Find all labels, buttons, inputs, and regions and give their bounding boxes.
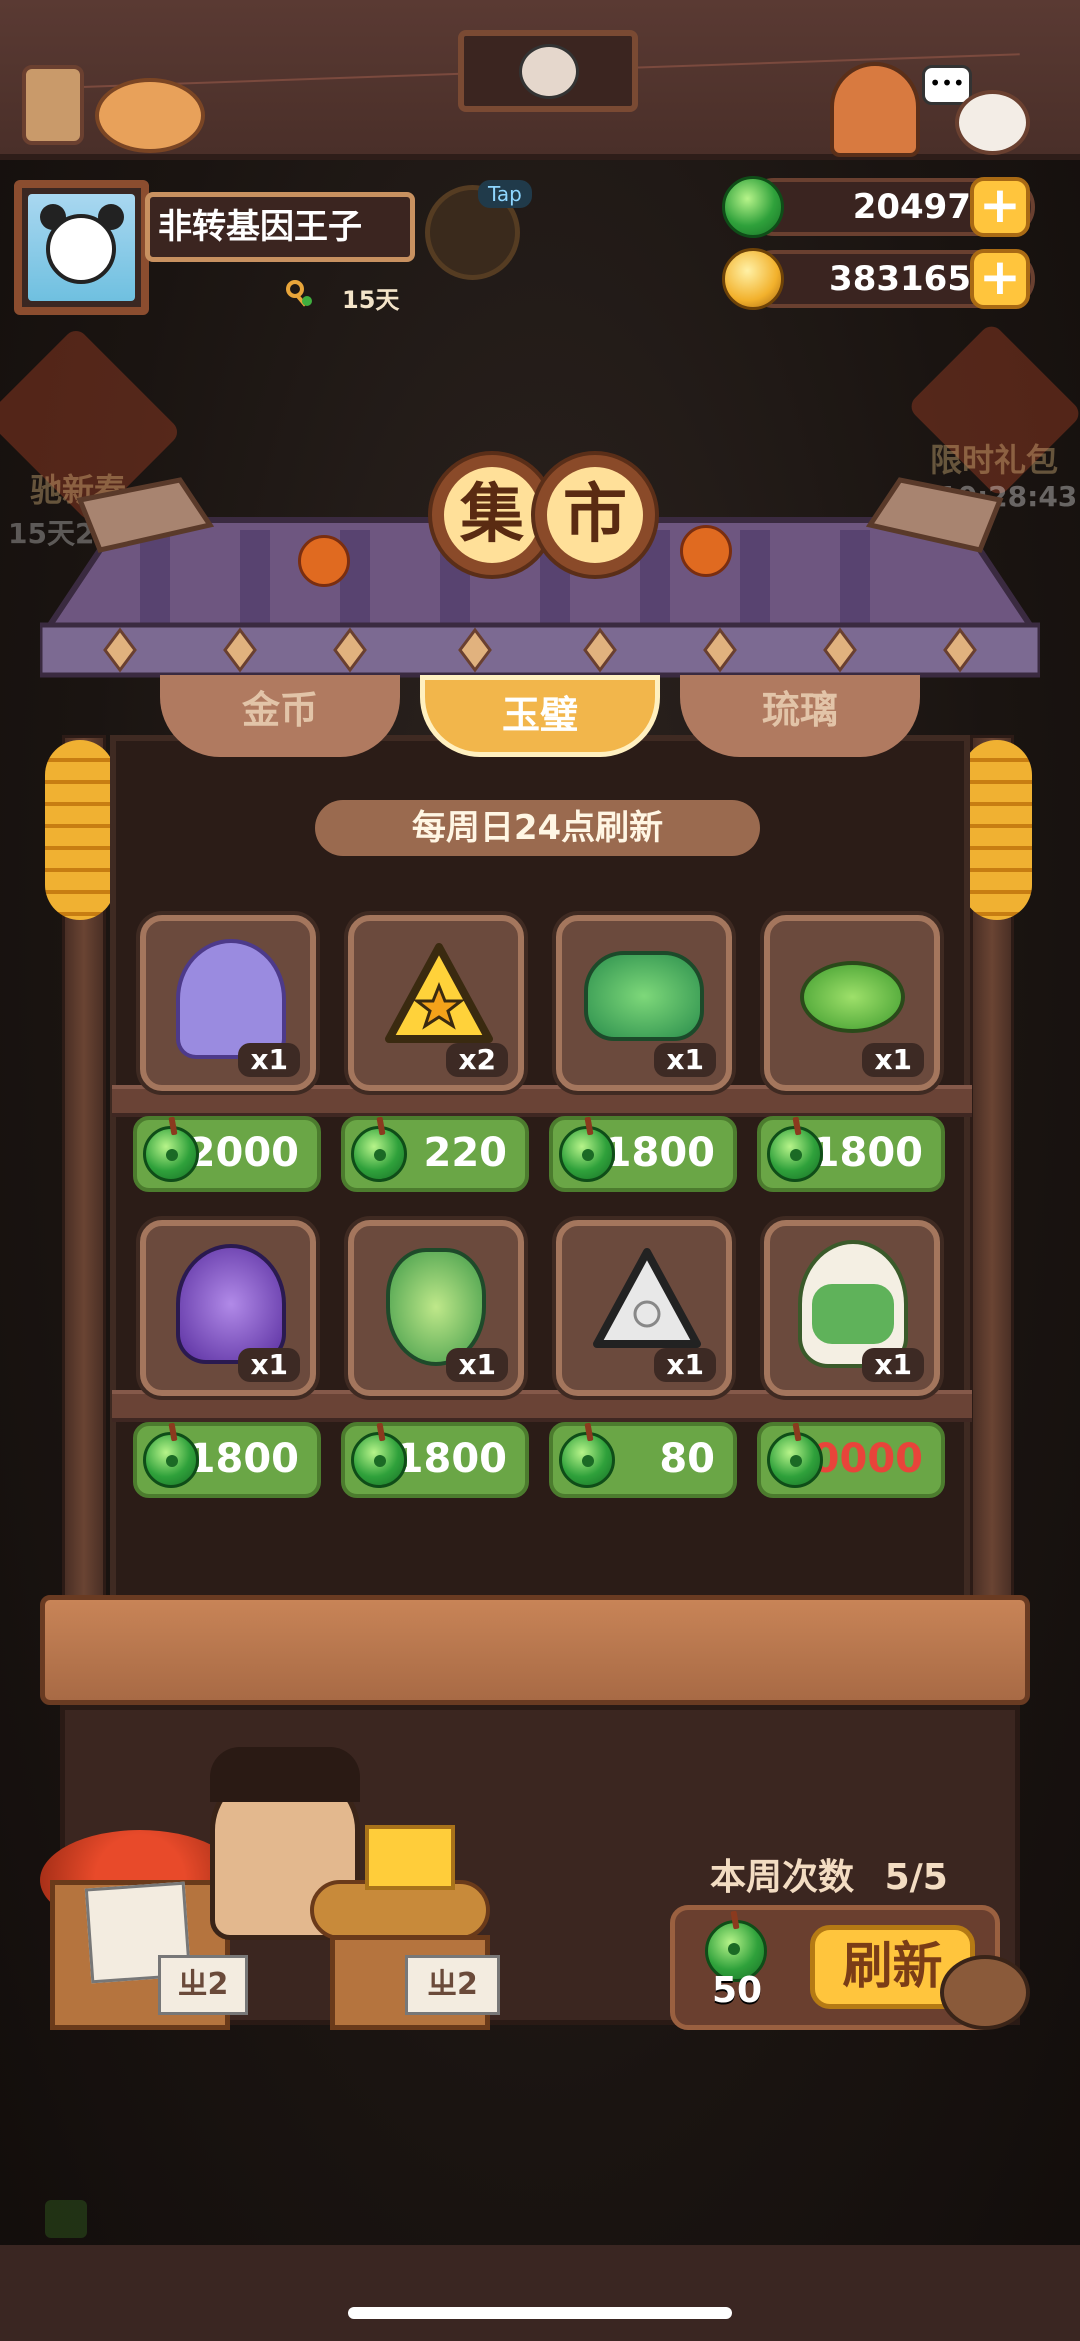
green-jade-icon [800, 961, 905, 1033]
stall-sign-right: ㄓ2 [405, 1955, 500, 2015]
stall-counter [40, 1595, 1030, 1705]
shop-item[interactable]: x1 [556, 915, 732, 1091]
stall-sign-left: ㄓ2 [158, 1955, 248, 2015]
jade-icon [767, 1432, 823, 1488]
item-quantity: x1 [238, 1348, 300, 1382]
weekly-count-value: 5/5 [884, 1857, 948, 1898]
tab-glass[interactable]: 琉璃 [680, 675, 920, 757]
shop-item[interactable]: x1 [348, 1220, 524, 1396]
price-value: 1800 [603, 1130, 715, 1176]
jade-pot-icon [584, 951, 704, 1041]
shop-item[interactable]: x1 [764, 1220, 940, 1396]
item-quantity: x1 [862, 1043, 924, 1077]
price-button[interactable]: 1800 [341, 1422, 529, 1498]
tab-jade[interactable]: 玉璧 [420, 675, 660, 757]
corn-left-icon [45, 740, 115, 920]
shop-item[interactable]: x1 [140, 1220, 316, 1396]
shop-item[interactable]: x1 [764, 915, 940, 1091]
white-cat-icon [955, 90, 1030, 155]
price-value: 1800 [187, 1436, 299, 1482]
paw-scroll-icon [22, 65, 84, 145]
character-purple-hair-icon [176, 939, 286, 1059]
bottom-bar [0, 2245, 1080, 2341]
orange-cat-icon [95, 78, 205, 153]
price-value: 80 [659, 1436, 715, 1482]
price-button[interactable]: 1800 [133, 1422, 321, 1498]
shop-tabs: 金币 玉璧 琉璃 [60, 675, 1020, 757]
potato-mascot-icon [940, 1955, 1030, 2030]
price-button[interactable]: 220 [341, 1116, 529, 1192]
add-coin-button[interactable]: + [970, 249, 1030, 309]
jade-icon [351, 1126, 407, 1182]
item-quantity: x2 [446, 1043, 508, 1077]
days-label: 15天 [342, 286, 400, 314]
price-value: 1800 [395, 1436, 507, 1482]
purple-crystal-icon [176, 1244, 286, 1364]
persimmon-icon [680, 525, 732, 577]
tab-gold[interactable]: 金币 [160, 675, 400, 757]
weekly-count: 本周次数 5/5 [710, 1848, 948, 1900]
raccoon-frame-icon[interactable] [458, 30, 638, 112]
jade-icon [351, 1432, 407, 1488]
item-quantity: x1 [446, 1348, 508, 1382]
shop-title-char-2: 市 [535, 455, 655, 575]
price-value: 220 [423, 1130, 508, 1176]
jade-icon [143, 1432, 199, 1488]
coin-currency-icon [722, 248, 784, 310]
price-button[interactable]: 30000 [757, 1422, 945, 1498]
item-quantity: x1 [238, 1043, 300, 1077]
silver-triangle-icon [593, 1248, 701, 1348]
jade-icon [559, 1126, 615, 1182]
shop-item[interactable]: x2 [348, 915, 524, 1091]
gold-ingot-icon [365, 1825, 455, 1890]
menu-icon[interactable] [45, 2200, 87, 2238]
jade-icon [559, 1432, 615, 1488]
home-indicator[interactable] [348, 2307, 732, 2319]
star-triangle-icon [385, 943, 493, 1043]
refresh-cost: 50 [712, 1970, 763, 2011]
price-button[interactable]: 1800 [549, 1116, 737, 1192]
refresh-note: 每周日24点刷新 [315, 800, 760, 856]
price-value: 1800 [811, 1130, 923, 1176]
girl-npc-icon [830, 62, 920, 157]
persimmon-icon [298, 535, 350, 587]
item-quantity: x1 [862, 1348, 924, 1382]
price-button[interactable]: 1800 [757, 1116, 945, 1192]
item-quantity: x1 [654, 1043, 716, 1077]
shop-title-char-1: 集 [432, 455, 552, 575]
corn-right-icon [962, 740, 1032, 920]
price-button[interactable]: 80 [549, 1422, 737, 1498]
jade-icon [143, 1126, 199, 1182]
shop-item[interactable]: x1 [140, 915, 316, 1091]
jade-currency-icon [722, 176, 784, 238]
key-icon [286, 280, 312, 307]
add-jade-button[interactable]: + [970, 177, 1030, 237]
tap-badge: Tap [478, 180, 532, 208]
price-value: 2000 [187, 1130, 299, 1176]
weekly-count-label: 本周次数 [710, 1857, 855, 1898]
price-button[interactable]: 2000 [133, 1116, 321, 1192]
player-name: 非转基因王子 [145, 192, 415, 262]
jade-icon [767, 1126, 823, 1182]
player-avatar[interactable] [14, 180, 149, 315]
item-quantity: x1 [654, 1348, 716, 1382]
shop-item[interactable]: x1 [556, 1220, 732, 1396]
